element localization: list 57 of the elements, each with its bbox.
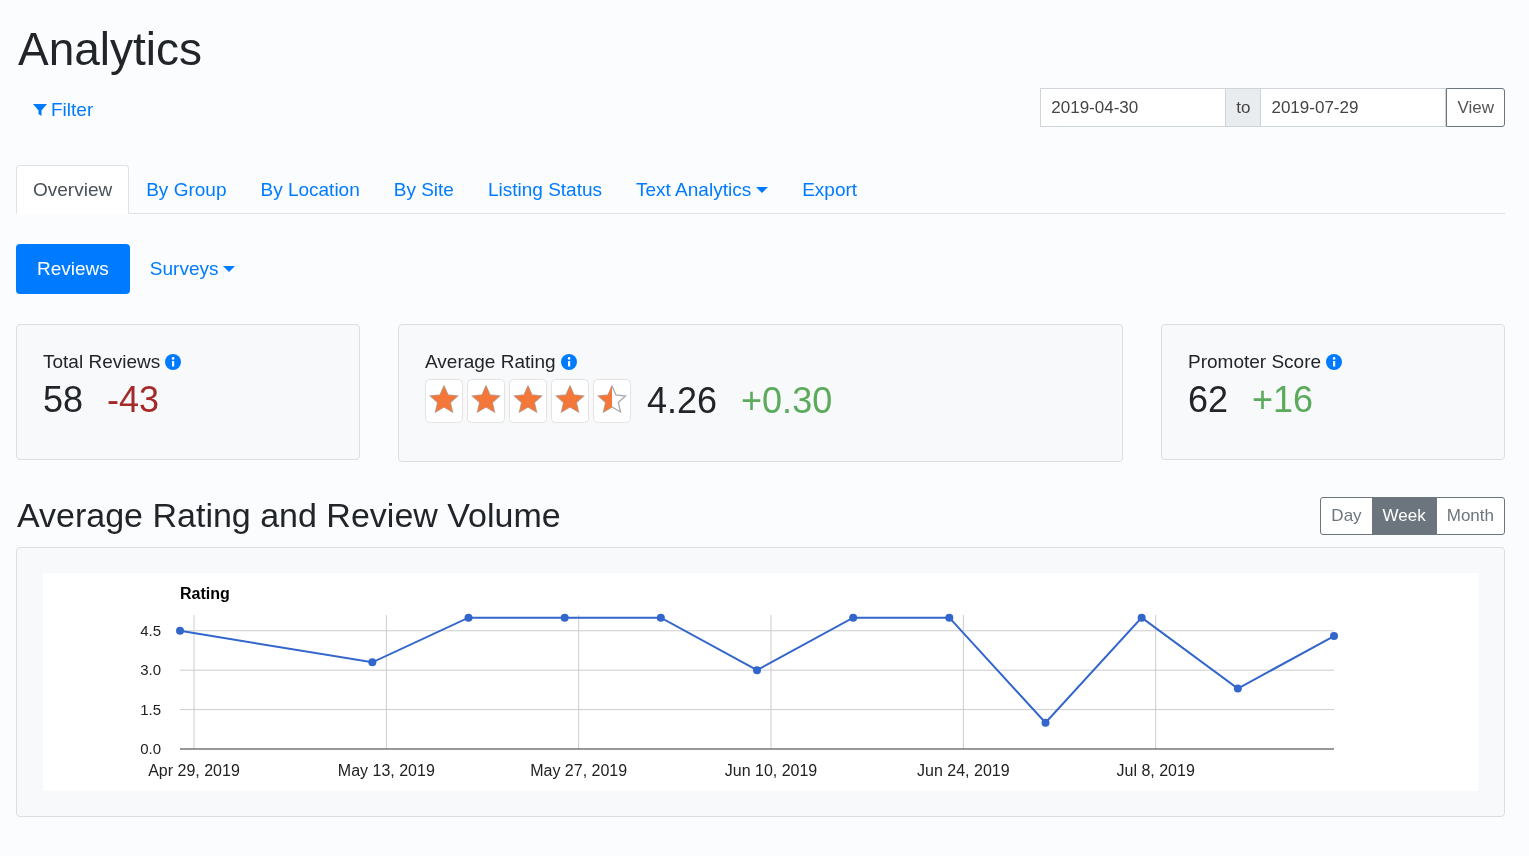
data-point (1233, 684, 1242, 693)
sub-tab[interactable]: Reviews (16, 244, 130, 294)
end-date-field[interactable]: 2019-07-29 (1260, 88, 1447, 127)
data-point (753, 666, 761, 675)
period-toggle[interactable]: Month (1435, 496, 1505, 535)
filter-icon (33, 102, 47, 117)
filter-button[interactable]: Filter (33, 98, 94, 121)
caret-icon (223, 266, 236, 272)
card-title: Promoter Score (1188, 351, 1322, 373)
data-point (656, 613, 665, 622)
nav-tab[interactable]: Text Analytics (619, 165, 786, 214)
start-date-field[interactable]: 2019-04-30 (1040, 88, 1227, 127)
tick-label: May 27, 2019 (530, 762, 628, 779)
page-title: Analytics (18, 24, 203, 75)
data-point (464, 613, 473, 622)
axis-title: Rating (180, 585, 230, 602)
stat-value: 4.26 (647, 380, 718, 422)
sub-tab[interactable]: Surveys (133, 244, 252, 294)
nav-tab[interactable]: By Location (243, 165, 377, 214)
card-title: Average Rating (425, 351, 556, 373)
view-button[interactable]: View (1446, 88, 1505, 127)
section-title: Average Rating and Review Volume (17, 496, 561, 535)
data-point (1041, 718, 1050, 727)
period-toggle[interactable]: Day (1320, 496, 1373, 535)
stat-value: 62 (1188, 379, 1229, 421)
tick-label: Jul 8, 2019 (1116, 762, 1195, 779)
nav-tab[interactable]: By Site (376, 165, 471, 214)
stat-change: -43 (107, 379, 160, 421)
nav-tab[interactable]: Overview (16, 165, 130, 214)
data-point (368, 658, 377, 667)
tick-label: 3.0 (140, 661, 161, 679)
stat-change: +0.30 (741, 380, 833, 422)
data-point (176, 626, 184, 635)
tick-label: 0.0 (140, 740, 161, 757)
nav-tab[interactable]: Export (785, 165, 875, 214)
tick-label: Apr 29, 2019 (148, 762, 240, 779)
tick-label: Jun 24, 2019 (917, 762, 1010, 779)
range-separator: to (1226, 88, 1261, 127)
tick-label: 4.5 (140, 621, 161, 639)
data-point (1137, 613, 1146, 622)
data-point (1330, 632, 1338, 640)
info-icon[interactable] (560, 354, 577, 370)
nav-tab[interactable]: Listing Status (470, 165, 620, 214)
data-point (945, 613, 954, 622)
caret-icon (756, 187, 769, 193)
nav-tab[interactable]: By Group (129, 165, 244, 214)
info-icon[interactable] (165, 354, 182, 370)
stat-change: +16 (1252, 379, 1314, 421)
tick-label: May 13, 2019 (337, 762, 435, 779)
card-title: Total Reviews (43, 351, 161, 373)
stat-value: 58 (43, 379, 84, 421)
period-toggle[interactable]: Week (1371, 496, 1437, 535)
data-point (560, 613, 569, 622)
tick-label: 1.5 (140, 700, 161, 718)
tick-label: Jun 10, 2019 (724, 762, 818, 779)
data-point (849, 613, 858, 622)
info-icon[interactable] (1326, 354, 1343, 370)
